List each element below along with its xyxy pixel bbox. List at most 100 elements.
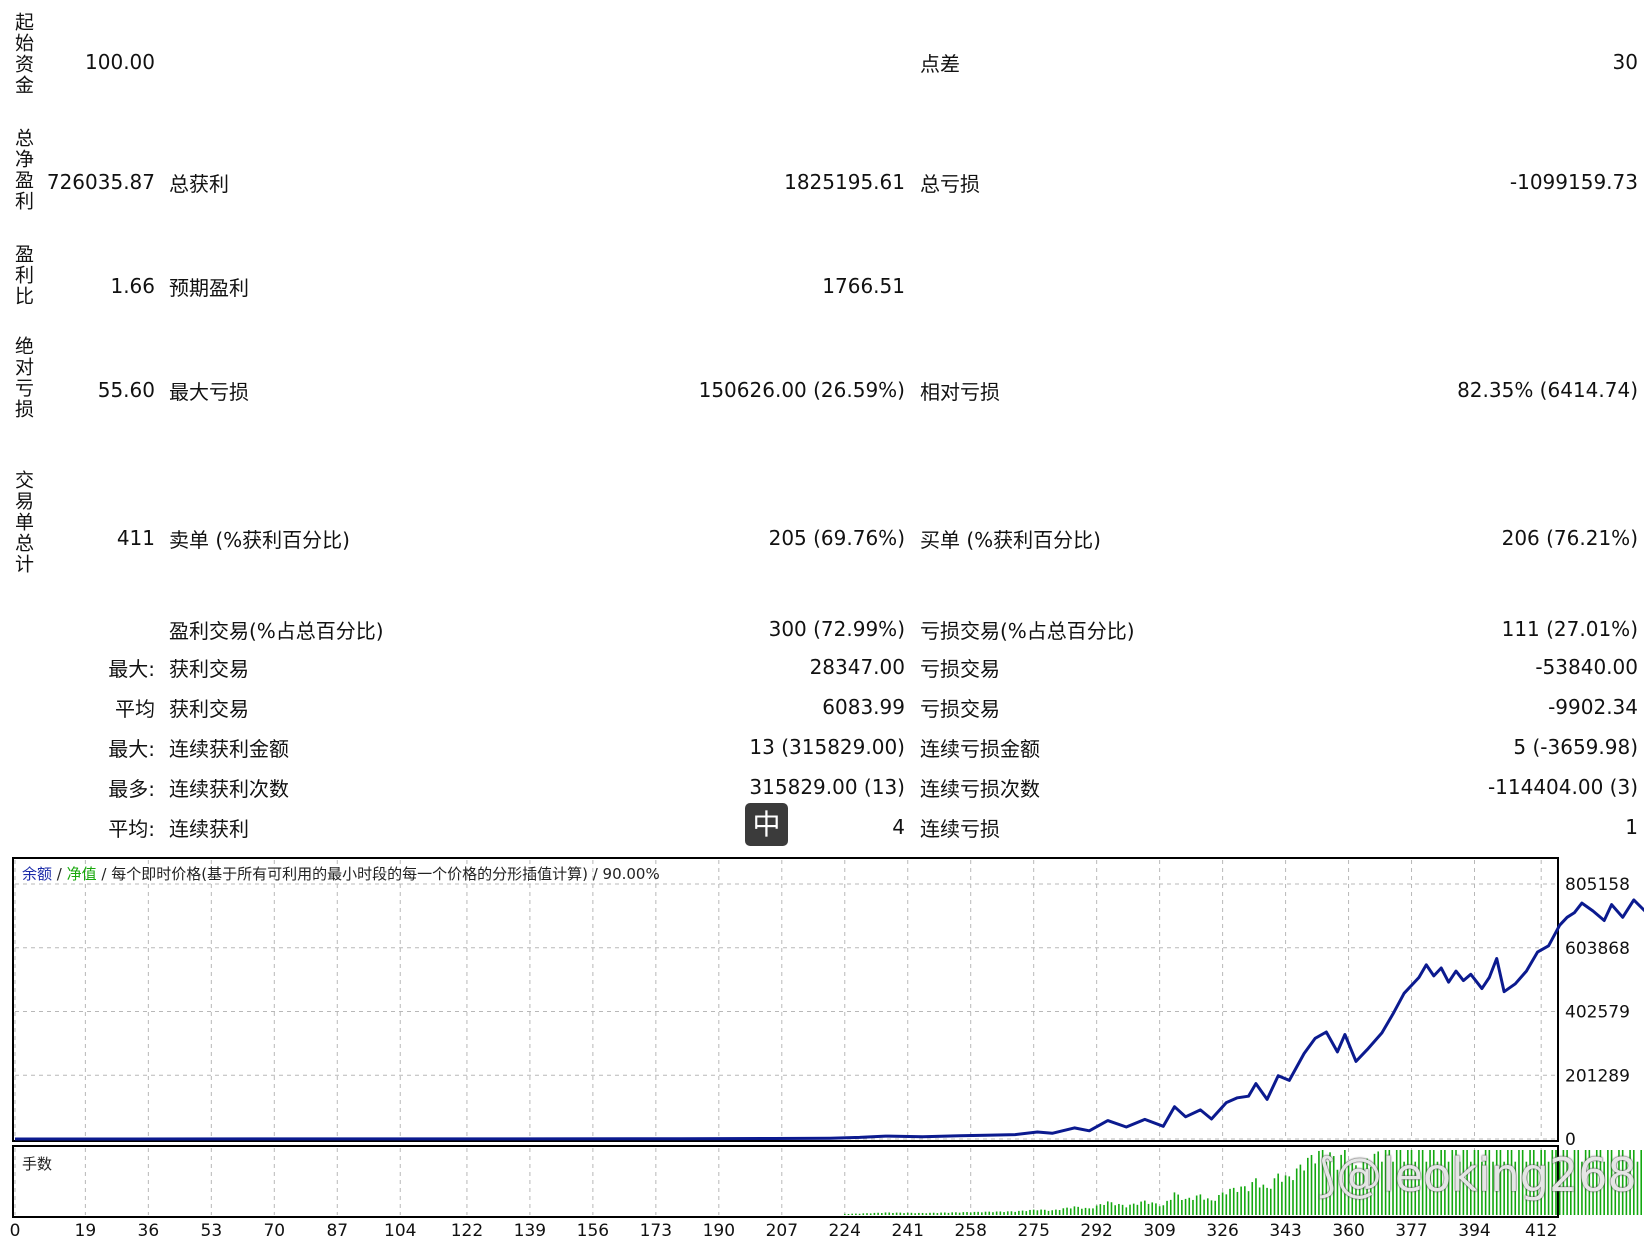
expected-payoff-label: 预期盈利	[169, 276, 249, 300]
volume-bar	[943, 1212, 946, 1215]
volume-bar	[1103, 1204, 1105, 1215]
volume-bar	[914, 1213, 916, 1215]
max-consecutive-losses-count-value: -114404.00 (3)	[1487, 775, 1638, 799]
volume-bar	[999, 1211, 1002, 1215]
volume-bar	[1303, 1170, 1305, 1215]
short-positions-label: 卖单 (%获利百分比)	[169, 528, 350, 552]
ime-indicator[interactable]: 中	[745, 803, 788, 846]
max-consecutive-wins-count-label: 连续获利次数	[169, 777, 289, 801]
volume-bar	[966, 1212, 968, 1215]
volume-bar	[995, 1211, 998, 1215]
x-tick-label: 377	[1395, 1221, 1427, 1240]
volume-bar	[1092, 1208, 1094, 1215]
initial-deposit-value: 100.00	[85, 50, 155, 74]
largest-loss-label: 亏损交易	[920, 657, 1000, 681]
gross-loss-value: -1099159.73	[1509, 170, 1638, 194]
volume-bar	[1006, 1211, 1009, 1215]
watermark: ⟆@leoking268	[1318, 1148, 1637, 1202]
volume-bar	[1288, 1176, 1291, 1215]
volume-bar	[921, 1212, 924, 1215]
volume-bar	[1151, 1202, 1154, 1215]
largest-profit-label: 获利交易	[169, 657, 249, 681]
volume-bar	[1229, 1188, 1231, 1215]
volume-bar	[1281, 1181, 1283, 1215]
volume-bar	[855, 1213, 857, 1215]
volume-bar	[955, 1212, 957, 1215]
volume-bar	[1277, 1173, 1279, 1215]
volume-bar	[858, 1213, 861, 1215]
x-tick-label: 343	[1269, 1221, 1301, 1240]
x-tick-label: 122	[451, 1221, 483, 1240]
volume-bar	[1044, 1209, 1046, 1215]
volume-bar	[1210, 1200, 1213, 1215]
x-tick-label: 275	[1017, 1221, 1049, 1240]
maximal-drawdown-value: 150626.00 (26.59%)	[698, 378, 905, 402]
volume-bar	[1266, 1187, 1268, 1215]
x-tick-label: 292	[1080, 1221, 1112, 1240]
header-separator: /	[52, 865, 67, 883]
volume-bar	[869, 1213, 872, 1215]
volume-bar	[1314, 1163, 1317, 1215]
avg-consecutive-wins-label: 连续获利	[169, 817, 249, 841]
volume-bar	[899, 1212, 902, 1215]
x-tick-label: 258	[954, 1221, 986, 1240]
volume-bar	[877, 1212, 879, 1215]
volume-bar	[884, 1212, 887, 1215]
x-tick-label: 173	[640, 1221, 672, 1240]
x-tick-label: 19	[75, 1221, 97, 1240]
maximal-drawdown-label: 最大亏损	[169, 380, 249, 404]
volume-bar	[1073, 1206, 1076, 1215]
volume-bar	[984, 1211, 987, 1215]
header-separator: /	[588, 865, 603, 883]
volume-bar	[1203, 1199, 1205, 1215]
largest-prefix: 最大:	[108, 657, 155, 681]
volume-bar	[1032, 1209, 1035, 1215]
volume-bar	[1140, 1201, 1142, 1215]
volume-bar	[1269, 1188, 1272, 1215]
volume-bar	[851, 1213, 853, 1215]
volume-bar	[1047, 1210, 1050, 1215]
volume-bar	[1010, 1211, 1013, 1215]
volume-bar	[1095, 1205, 1098, 1215]
x-tick-label: 207	[766, 1221, 798, 1240]
volume-bar	[1114, 1205, 1116, 1215]
volume-label: 手数	[22, 1155, 52, 1173]
x-tick-label: 241	[892, 1221, 924, 1240]
volume-bar	[1188, 1197, 1191, 1215]
max-consecutive-wins-count-value: 315829.00 (13)	[749, 775, 905, 799]
x-tick-label: 0	[10, 1221, 21, 1240]
x-tick-label: 139	[514, 1221, 546, 1240]
volume-bar	[1025, 1211, 1028, 1215]
volume-bar	[1181, 1200, 1183, 1215]
volume-bar	[1195, 1195, 1198, 1215]
profit-trades-label: 盈利交易(%占总百分比)	[169, 619, 384, 643]
volume-bar	[1162, 1205, 1165, 1215]
max-consecutive-losses-count-label: 连续亏损次数	[920, 777, 1040, 801]
max-consecutive-losses-money-value: 5 (-3659.98)	[1513, 735, 1638, 759]
volume-bar	[1121, 1204, 1124, 1215]
volume-bar	[906, 1212, 909, 1215]
gross-profit-value: 1825195.61	[784, 170, 905, 194]
max-consecutive-count-prefix: 最多:	[108, 777, 155, 801]
volume-bar	[1255, 1178, 1257, 1215]
volume-bar	[1244, 1186, 1246, 1215]
volume-bar	[1218, 1195, 1220, 1215]
total-trades-value: 411	[116, 526, 155, 550]
long-positions-value: 206 (76.21%)	[1501, 526, 1638, 550]
header-equity-label: 净值	[67, 865, 97, 883]
volume-bar	[866, 1213, 868, 1215]
net-profit-label: 总净盈利	[12, 128, 34, 212]
volume-bar	[847, 1213, 850, 1215]
gross-profit-label: 总获利	[169, 172, 229, 196]
x-tick-label: 70	[263, 1221, 285, 1240]
absolute-drawdown-value: 55.60	[97, 378, 155, 402]
volume-bar	[1310, 1154, 1313, 1215]
volume-bar	[1295, 1168, 1298, 1215]
average-profit-value: 6083.99	[822, 695, 905, 719]
x-tick-label: 412	[1525, 1221, 1557, 1240]
max-consecutive-wins-money-value: 13 (315829.00)	[749, 735, 905, 759]
header-model-text: 每个即时价格(基于所有可利用的最小时段的每一个价格的分形插值计算)	[111, 865, 588, 883]
volume-bar	[1110, 1202, 1113, 1215]
volume-bar	[1062, 1208, 1065, 1215]
volume-bar	[1129, 1204, 1131, 1215]
